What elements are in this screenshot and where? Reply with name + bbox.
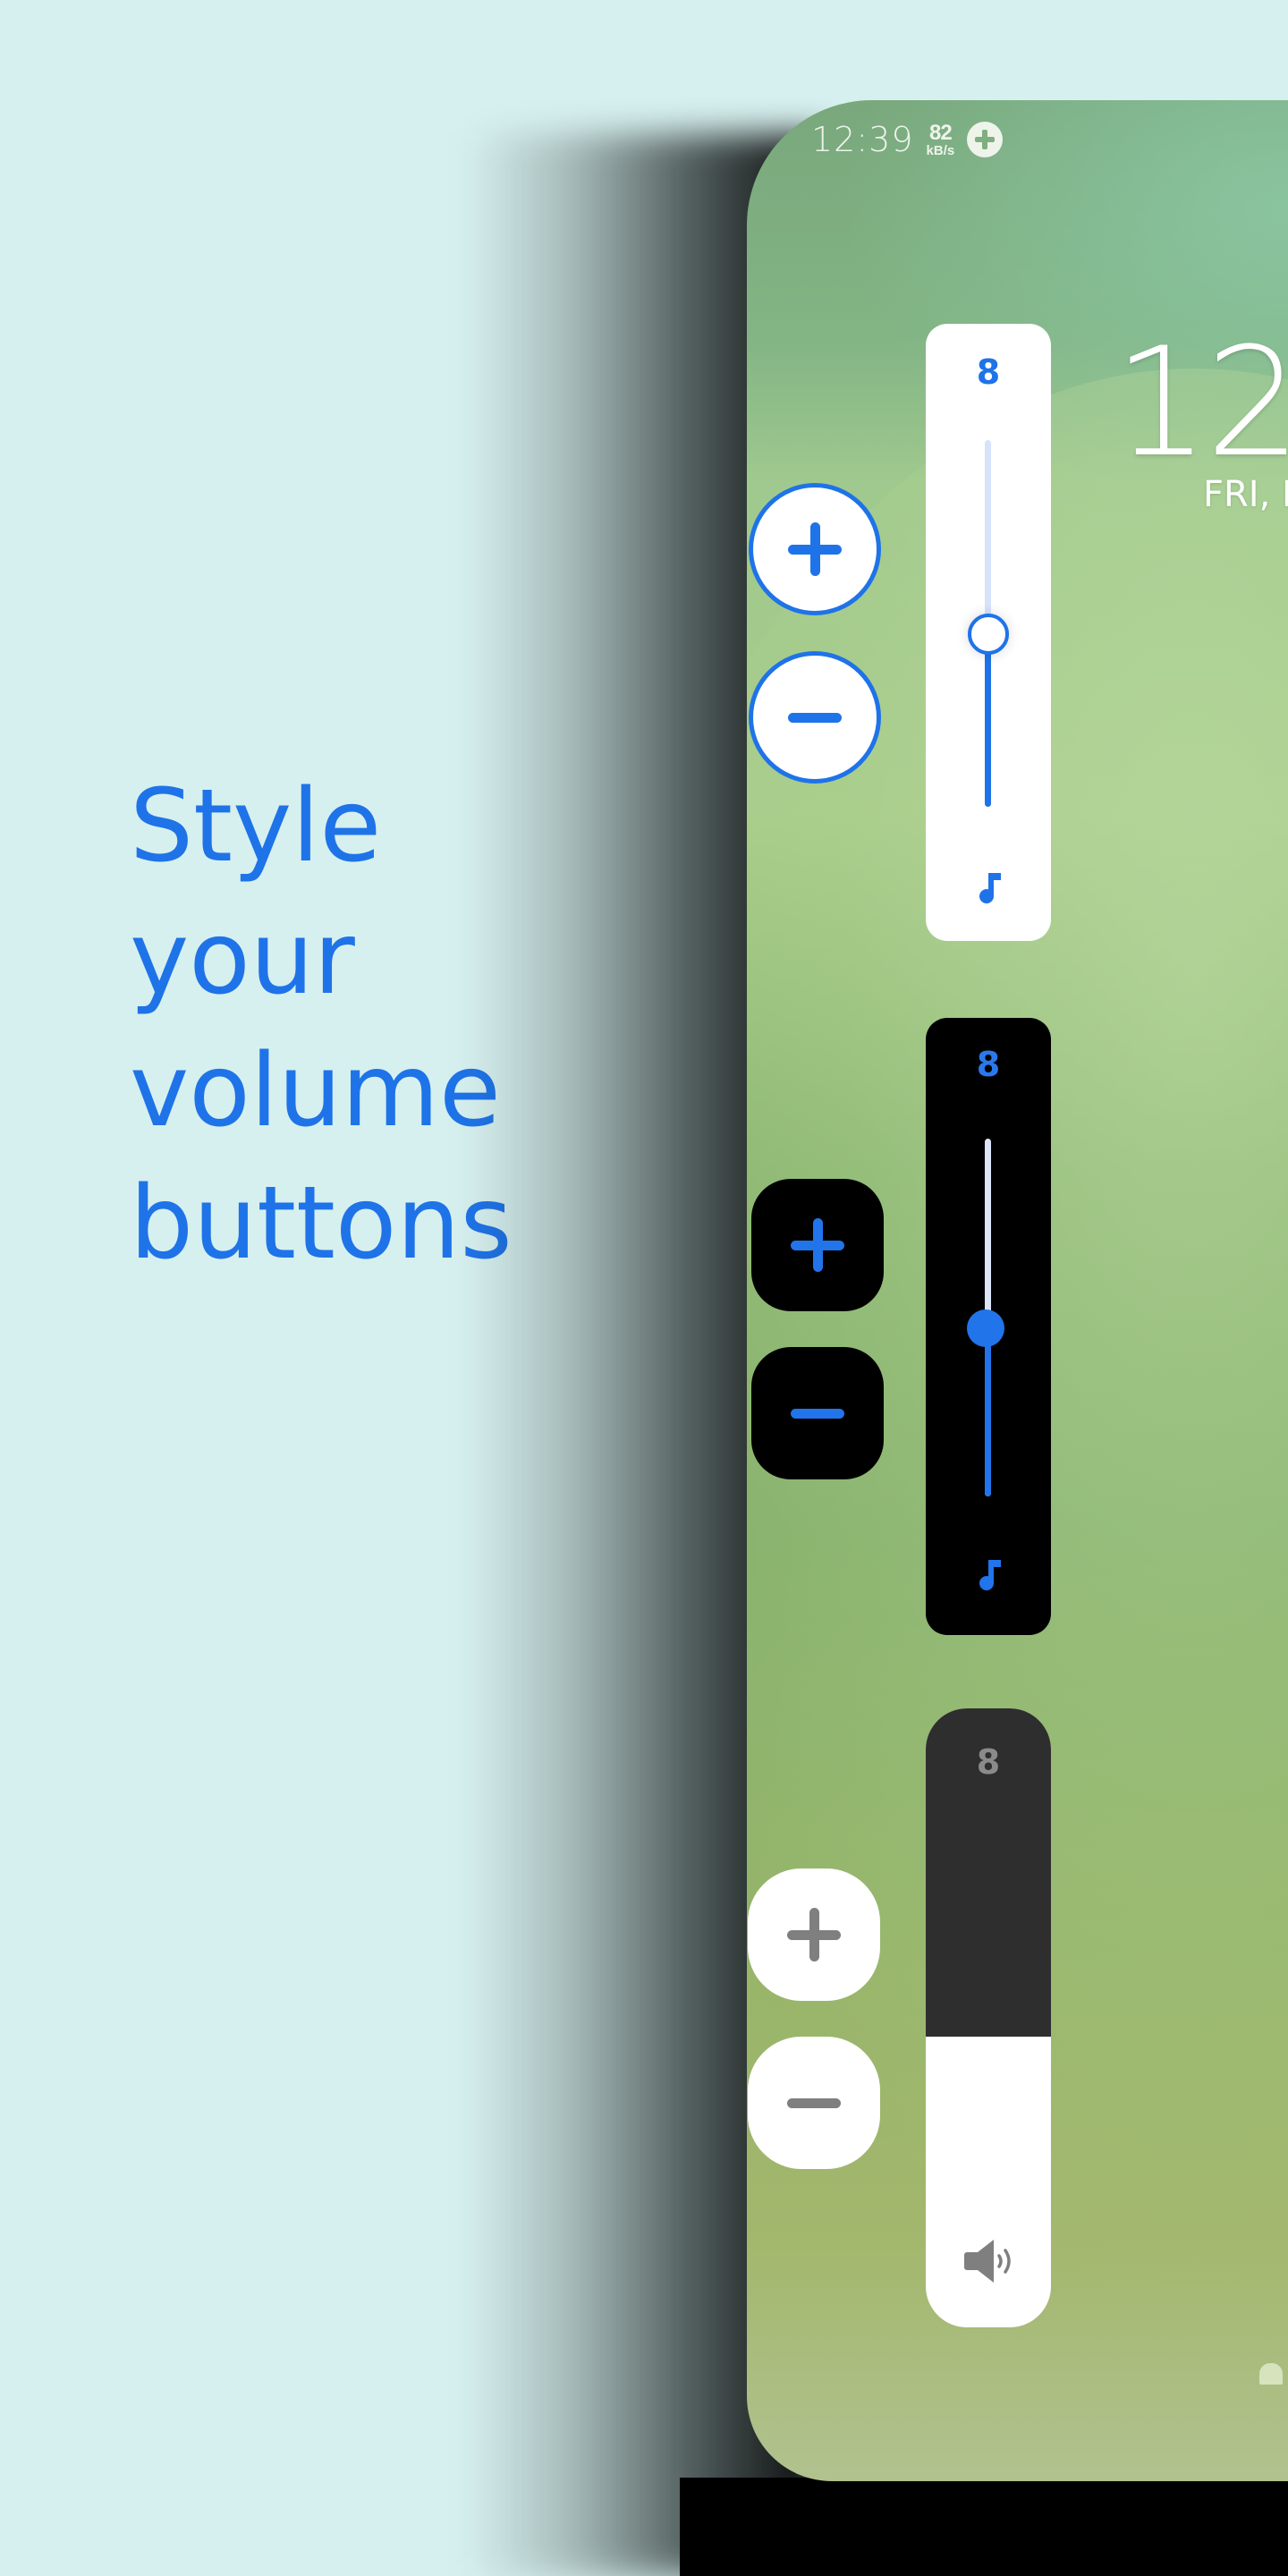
lockscreen-clock: 12:	[1114, 315, 1288, 490]
minus-icon	[788, 691, 842, 744]
volume-up-button[interactable]	[747, 1174, 888, 1316]
lockscreen-date: FRI, M	[1203, 474, 1288, 515]
volume-down-button[interactable]	[748, 2037, 880, 2169]
music-note-icon	[969, 1555, 1008, 1594]
plus-icon	[791, 1218, 844, 1272]
volume-up-button[interactable]	[748, 1868, 880, 2001]
headline-line: buttons	[130, 1165, 513, 1282]
volume-panel-fill[interactable]: 8	[926, 1708, 1051, 2327]
music-note-icon	[969, 868, 1008, 907]
status-time: 12:39	[811, 120, 914, 159]
status-bar: 12:39 82 kB/s	[811, 120, 1004, 159]
circle-plus-icon	[967, 122, 1004, 157]
volume-up-button[interactable]	[749, 483, 881, 615]
plus-icon	[788, 522, 842, 576]
minus-icon	[787, 2076, 841, 2130]
volume-track-fill	[985, 634, 991, 807]
volume-value: 8	[976, 1045, 1001, 1084]
headline-line: your	[130, 901, 355, 1017]
volume-value: 8	[976, 1742, 1001, 1782]
volume-slider-thumb[interactable]	[968, 614, 1009, 656]
speaker-icon	[962, 2234, 1019, 2288]
volume-panel-outlined: 8	[926, 324, 1051, 941]
plus-icon	[787, 1908, 841, 1962]
headline-line: Style	[130, 768, 382, 885]
volume-panel-rainbow: 8	[922, 1014, 1055, 1639]
lock-icon	[1259, 2363, 1283, 2385]
volume-slider-thumb[interactable]	[967, 1309, 1004, 1347]
network-speed: 82 kB/s	[926, 120, 955, 158]
minus-icon	[791, 1386, 844, 1440]
headline-line: volume	[130, 1033, 501, 1149]
network-speed-unit: kB/s	[926, 142, 955, 158]
network-speed-value: 82	[929, 120, 953, 145]
volume-down-button[interactable]	[747, 1343, 888, 1484]
phone-bezel-bottom	[680, 2478, 1288, 2576]
volume-down-button[interactable]	[749, 651, 881, 784]
volume-track-fill	[985, 1328, 991, 1496]
volume-value: 8	[976, 352, 1001, 392]
headline: Style your volume buttons	[130, 760, 513, 1290]
